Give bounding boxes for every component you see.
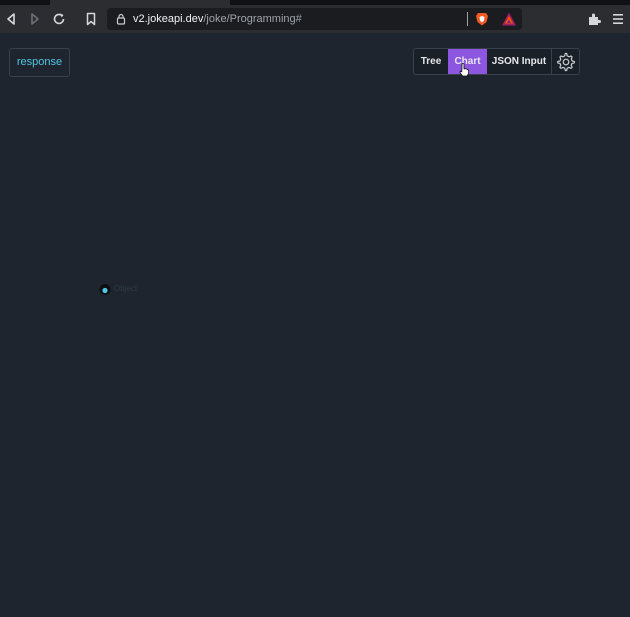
view-mode-switcher: Tree Chart JSON Input	[413, 48, 580, 75]
hand-pointer-icon	[459, 63, 469, 77]
address-bar[interactable]: v2.jokeapi.dev/joke/Programming#	[107, 8, 522, 30]
gear-icon	[556, 52, 575, 71]
extensions-icon[interactable]	[587, 12, 601, 26]
brave-rewards-icon[interactable]	[501, 11, 517, 27]
tab-tree[interactable]: Tree	[414, 49, 448, 74]
reload-icon[interactable]	[52, 12, 66, 26]
bookmark-icon[interactable]	[84, 12, 98, 26]
settings-button[interactable]	[551, 49, 579, 74]
lock-icon[interactable]	[116, 13, 126, 25]
url-path: /joke/Programming#	[203, 13, 302, 25]
tab-json-input[interactable]: JSON Input	[487, 49, 551, 74]
chart-node-label: Object	[114, 284, 138, 293]
url-separator	[467, 12, 468, 26]
brave-shields-icon[interactable]	[474, 11, 490, 27]
chart-root-node[interactable]	[99, 283, 111, 296]
url-host: v2.jokeapi.dev	[133, 13, 204, 25]
response-button[interactable]: response	[9, 48, 70, 77]
browser-toolbar: v2.jokeapi.dev/joke/Programming#	[0, 5, 630, 33]
forward-icon[interactable]	[28, 12, 42, 26]
menu-icon[interactable]	[612, 12, 624, 26]
url-text[interactable]: v2.jokeapi.dev/joke/Programming#	[133, 12, 302, 26]
back-icon[interactable]	[4, 12, 18, 26]
